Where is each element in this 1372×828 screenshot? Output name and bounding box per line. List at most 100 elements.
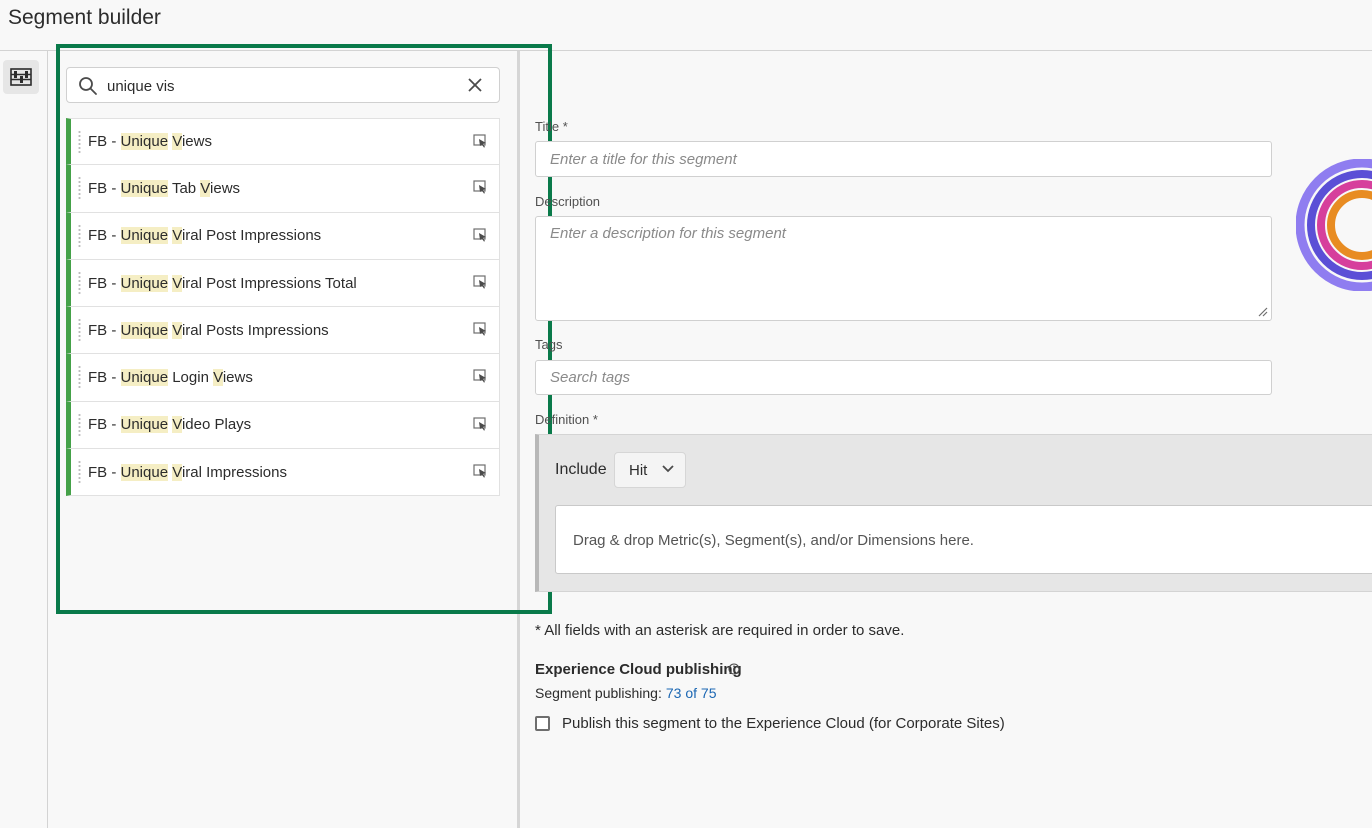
- drop-zone-hint: Drag & drop Metric(s), Segment(s), and/o…: [573, 532, 974, 549]
- match-highlight: V: [172, 321, 182, 339]
- chevron-down-icon: [662, 465, 674, 473]
- result-item[interactable]: FB - Unique Viral Impressions: [66, 449, 500, 497]
- label-text: iews: [210, 179, 241, 197]
- scope-value: Hit: [629, 462, 648, 479]
- result-item[interactable]: FB - Unique Viral Posts Impressions: [66, 307, 500, 355]
- label-text: FB -: [88, 227, 121, 245]
- label-text: iral Post Impressions: [181, 227, 322, 245]
- title-label: Title *: [535, 119, 568, 134]
- title-input[interactable]: [536, 142, 1271, 176]
- drag-handle-icon[interactable]: [78, 318, 81, 343]
- match-highlight: Unique: [120, 463, 169, 481]
- result-label: FB - Unique Viral Post Impressions Total: [88, 274, 357, 292]
- drag-handle-icon[interactable]: [78, 460, 81, 485]
- label-text: FB -: [88, 321, 121, 339]
- match-highlight: V: [172, 227, 182, 245]
- info-icon[interactable]: [728, 663, 740, 675]
- match-highlight: V: [213, 369, 223, 387]
- include-label: Include: [555, 461, 607, 478]
- experience-cloud-title: Experience Cloud publishing: [535, 661, 742, 678]
- component-info-icon[interactable]: [473, 369, 487, 384]
- result-label: FB - Unique Viral Posts Impressions: [88, 321, 329, 339]
- description-input[interactable]: [536, 217, 1271, 320]
- match-highlight: V: [172, 133, 182, 151]
- ring-logo-icon: [1296, 159, 1372, 291]
- match-highlight: Unique: [120, 321, 169, 339]
- segment-builder-icon: [10, 68, 32, 86]
- match-highlight: Unique: [120, 274, 169, 292]
- publish-checkbox[interactable]: [535, 716, 550, 731]
- component-info-icon[interactable]: [473, 134, 487, 148]
- component-info-icon[interactable]: [473, 417, 487, 431]
- publish-label: Publish this segment to the Experience C…: [562, 715, 1005, 732]
- result-label: FB - Unique Video Plays: [88, 416, 252, 434]
- result-label: FB - Unique Viral Impressions: [88, 463, 287, 481]
- label-text: FB -: [88, 274, 121, 292]
- component-info-icon[interactable]: [473, 275, 487, 289]
- segment-builder-rail-button[interactable]: [3, 60, 39, 94]
- result-item[interactable]: FB - Unique Viral Post Impressions: [66, 212, 500, 260]
- label-text: iral Impressions: [181, 463, 287, 481]
- segment-publishing-count: 73 of 75: [665, 685, 717, 701]
- scope-dropdown[interactable]: Hit: [614, 452, 686, 488]
- definition-container: Include Hit Drag & drop Metric(s), Segme…: [535, 434, 1372, 592]
- result-label: FB - Unique Views: [88, 133, 212, 151]
- label-text: iral Posts Impressions: [181, 321, 329, 339]
- label-text: iral Post Impressions Total: [181, 274, 357, 292]
- drag-handle-icon[interactable]: [78, 223, 81, 248]
- component-search[interactable]: [66, 67, 500, 103]
- resize-handle-icon[interactable]: [1258, 307, 1268, 317]
- panel-splitter[interactable]: [517, 51, 520, 828]
- result-item[interactable]: FB - Unique Video Plays: [66, 401, 500, 450]
- result-item[interactable]: FB - Unique Tab Views: [66, 165, 500, 213]
- result-item[interactable]: FB - Unique Viral Post Impressions Total: [66, 259, 500, 308]
- label-text: FB -: [88, 463, 121, 481]
- label-text: ideo Plays: [181, 416, 252, 434]
- description-label: Description: [535, 194, 601, 209]
- left-rail: [0, 51, 48, 828]
- title-field[interactable]: [535, 141, 1272, 177]
- component-info-icon[interactable]: [473, 464, 487, 478]
- drag-handle-icon[interactable]: [78, 365, 81, 390]
- search-input[interactable]: [107, 74, 447, 98]
- label-text: Login: [168, 369, 214, 387]
- definition-label: Definition *: [535, 412, 598, 427]
- tags-label: Tags: [535, 337, 563, 352]
- search-icon: [79, 77, 97, 95]
- drag-handle-icon[interactable]: [78, 176, 81, 201]
- match-highlight: Unique: [120, 179, 169, 197]
- match-highlight: V: [200, 179, 211, 197]
- tags-field[interactable]: [535, 360, 1272, 395]
- definition-drop-zone[interactable]: Drag & drop Metric(s), Segment(s), and/o…: [555, 505, 1372, 574]
- drag-handle-icon[interactable]: [78, 412, 81, 437]
- result-item[interactable]: FB - Unique Views: [66, 118, 500, 166]
- drag-handle-icon[interactable]: [78, 270, 81, 295]
- label-text: FB -: [88, 133, 121, 151]
- match-highlight: Unique: [120, 416, 169, 434]
- description-field[interactable]: [535, 216, 1272, 321]
- label-text: FB -: [88, 179, 121, 197]
- publish-option[interactable]: Publish this segment to the Experience C…: [535, 715, 1005, 732]
- label-text: iews: [222, 369, 253, 387]
- match-highlight: V: [172, 463, 182, 481]
- result-item[interactable]: FB - Unique Login Views: [66, 354, 500, 402]
- component-info-icon[interactable]: [473, 322, 487, 336]
- close-icon[interactable]: [467, 77, 483, 93]
- label-text: FB -: [88, 369, 121, 387]
- label-text: FB -: [88, 416, 121, 434]
- match-highlight: Unique: [120, 227, 169, 245]
- drag-handle-icon[interactable]: [78, 130, 81, 154]
- result-label: FB - Unique Tab Views: [88, 179, 241, 197]
- result-label: FB - Unique Viral Post Impressions: [88, 227, 322, 245]
- tags-input[interactable]: [536, 361, 1271, 394]
- component-info-icon[interactable]: [473, 180, 487, 194]
- required-note: * All fields with an asterisk are requir…: [535, 622, 905, 639]
- match-highlight: V: [172, 416, 182, 434]
- search-results-list: FB - Unique Views FB - Unique Tab Views FB…: [66, 118, 500, 497]
- match-highlight: V: [172, 274, 182, 292]
- component-info-icon[interactable]: [473, 227, 487, 242]
- label-text: iews: [181, 133, 212, 151]
- match-highlight: Unique: [120, 133, 169, 151]
- segment-publishing-status: Segment publishing: 73 of 75: [535, 685, 717, 701]
- page-title: Segment builder: [8, 6, 161, 29]
